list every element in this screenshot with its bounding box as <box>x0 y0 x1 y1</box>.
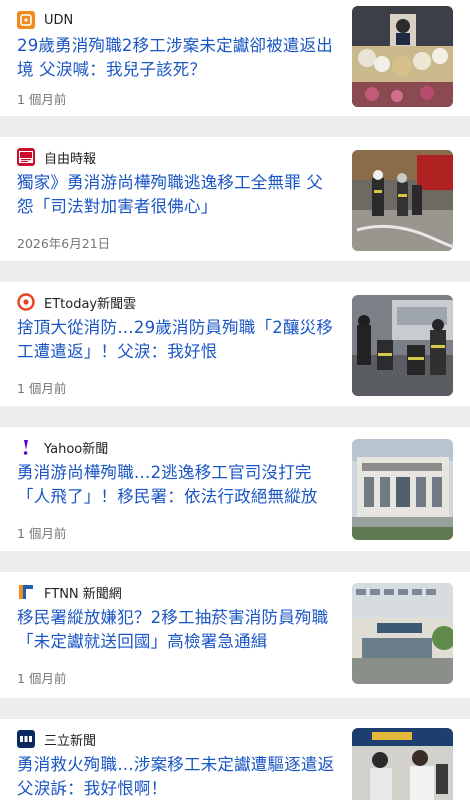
source-name: FTNN 新聞網 <box>44 586 122 602</box>
news-feed: UDN 29歲勇消殉職2移工涉案未定讞卻被遣返出境 父淚喊：我兒子該死？ 1 個… <box>0 0 470 800</box>
news-card[interactable]: Yahoo新聞 勇消游尚樺殉職…2逃逸移工官司沒打完「人飛了」！移民署：依法行政… <box>0 427 470 551</box>
news-card[interactable]: 三立新聞 勇消救火殉職…涉案移工未定讞遭驅逐遣返 父淚訴：我好恨啊！ <box>0 719 470 800</box>
article-headline[interactable]: 29歲勇消殉職2移工涉案未定讞卻被遣返出境 父淚喊：我兒子該死？ <box>17 34 337 82</box>
firefighters-scene-image[interactable] <box>352 150 453 251</box>
article-headline[interactable]: 勇消救火殉職…涉案移工未定讞遭驅逐遣返 父淚訴：我好恨啊！ <box>17 753 337 800</box>
set-logo-icon <box>17 730 35 748</box>
source-row: 自由時報 <box>17 147 96 167</box>
source-name: ETtoday新聞雲 <box>44 296 137 312</box>
memorial-altar-image[interactable] <box>352 6 453 107</box>
source-name: UDN <box>44 12 74 28</box>
source-row: Yahoo新聞 <box>17 437 108 457</box>
ftnn-logo-icon <box>17 583 35 601</box>
news-card[interactable]: 自由時報 獨家》勇消游尚樺殉職逃逸移工全無罪 父怨「司法對加害者很佛心」 202… <box>0 137 470 261</box>
source-row: FTNN 新聞網 <box>17 582 122 602</box>
udn-logo-icon <box>17 11 35 29</box>
source-name: 自由時報 <box>44 151 97 167</box>
source-name: 三立新聞 <box>44 733 97 749</box>
news-card[interactable]: ETtoday新聞雲 捨頂大從消防…29歲消防員殉職「2釀災移工遭遣返」！父淚：… <box>0 282 470 406</box>
news-card[interactable]: FTNN 新聞網 移民署縱放嫌犯？2移工抽菸害消防員殉職「未定讞就送回國」高檢署… <box>0 572 470 698</box>
source-name: Yahoo新聞 <box>44 441 109 457</box>
news-card[interactable]: UDN 29歲勇消殉職2移工涉案未定讞卻被遣返出境 父淚喊：我兒子該死？ 1 個… <box>0 0 470 116</box>
article-timestamp: 1 個月前 <box>17 381 67 396</box>
yahoo-logo-icon <box>17 438 35 456</box>
article-headline[interactable]: 捨頂大從消防…29歲消防員殉職「2釀災移工遭遣返」！父淚：我好恨 <box>17 316 337 364</box>
source-row: ETtoday新聞雲 <box>17 292 136 312</box>
ettoday-logo-icon <box>17 293 35 311</box>
article-timestamp: 2026年6月21日 <box>17 236 111 251</box>
article-timestamp: 1 個月前 <box>17 92 67 107</box>
firefighters-rescue-image[interactable] <box>352 295 453 396</box>
article-timestamp: 1 個月前 <box>17 671 67 686</box>
airport-people-image[interactable] <box>352 728 453 800</box>
courthouse-building-image[interactable] <box>352 439 453 540</box>
source-row: 三立新聞 <box>17 729 96 749</box>
ltn-logo-icon <box>17 148 35 166</box>
article-timestamp: 1 個月前 <box>17 526 67 541</box>
article-headline[interactable]: 移民署縱放嫌犯？2移工抽菸害消防員殉職「未定讞就送回國」高檢署急通緝 <box>17 606 337 654</box>
article-headline[interactable]: 獨家》勇消游尚樺殉職逃逸移工全無罪 父怨「司法對加害者很佛心」 <box>17 171 337 219</box>
article-headline[interactable]: 勇消游尚樺殉職…2逃逸移工官司沒打完「人飛了」！移民署：依法行政絕無縱放 <box>17 461 337 509</box>
prosecutors-office-image[interactable] <box>352 583 453 684</box>
source-row: UDN <box>17 10 73 30</box>
